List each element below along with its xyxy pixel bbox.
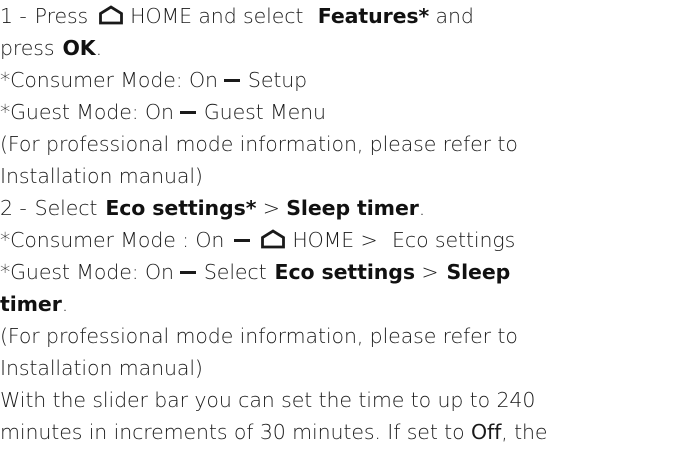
step-number: 2 -: [0, 196, 27, 220]
arrow-separator: >: [262, 196, 280, 220]
note-text: Setup: [247, 68, 308, 92]
step-text: and select: [198, 4, 304, 28]
dash-icon: [223, 79, 240, 82]
note-text: *Guest Mode: On: [0, 100, 174, 124]
professional-note-line: (For professional mode information, plea…: [0, 132, 518, 156]
professional-note-line: (For professional mode information, plea…: [0, 324, 518, 348]
dash-icon: [179, 271, 196, 274]
body-text: , the: [501, 420, 548, 444]
step-2-line: 2 - Select Eco settings* > Sleep timer.: [0, 192, 425, 224]
off-value: Off: [470, 420, 502, 444]
note-text: *Consumer Mode : On: [0, 228, 225, 252]
body-text: minutes in increments of 30 minutes. If …: [0, 420, 465, 444]
dash-icon: [179, 111, 196, 114]
arrow-separator: >: [360, 228, 378, 252]
note-text: Select: [203, 260, 267, 284]
punctuation: .: [418, 196, 426, 220]
home-icon: [260, 229, 286, 249]
arrow-separator: >: [421, 260, 439, 284]
menu-sleep-timer: Sleep: [446, 260, 511, 284]
consumer-mode-note: *Consumer Mode: On Setup: [0, 64, 307, 96]
punctuation: .: [61, 292, 69, 316]
menu-eco-settings: Eco settings: [274, 260, 415, 284]
menu-features: Features*: [317, 4, 430, 28]
step-text: Select: [34, 196, 98, 220]
step-number: 1 -: [0, 4, 27, 28]
menu-sleep-timer: Sleep timer: [286, 196, 419, 220]
step-1-line: 1 - Press HOME and select Features* and: [0, 0, 474, 32]
menu-eco-settings: Eco settings: [392, 228, 516, 252]
home-icon: [98, 5, 124, 25]
step-text: and: [435, 4, 474, 28]
home-key-label: HOME: [130, 4, 192, 28]
guest-mode-note: *Guest Mode: On Guest Menu: [0, 96, 326, 128]
menu-sleep-timer: timer: [0, 292, 62, 316]
ok-key-label: OK: [62, 36, 96, 60]
professional-note-line: Installation manual): [0, 356, 203, 380]
professional-note-line: Installation manual): [0, 164, 203, 188]
dash-icon: [234, 239, 251, 242]
body-text-line: minutes in increments of 30 minutes. If …: [0, 416, 548, 448]
consumer-mode-note: *Consumer Mode : On HOME > Eco settings: [0, 224, 515, 256]
step-1-cont-line: press OK.: [0, 32, 102, 64]
home-key-label: HOME: [292, 228, 355, 252]
step-text: Press: [34, 4, 89, 28]
guest-mode-note: *Guest Mode: On Select Eco settings > Sleep: [0, 256, 510, 288]
menu-eco-settings: Eco settings*: [105, 196, 257, 220]
note-text: *Guest Mode: On: [0, 260, 174, 284]
step-text: press: [0, 36, 55, 60]
body-text-line: With the slider bar you can set the time…: [0, 388, 536, 412]
note-text: *Consumer Mode: On: [0, 68, 218, 92]
note-text: Guest Menu: [203, 100, 326, 124]
guest-mode-cont-line: timer.: [0, 288, 68, 320]
punctuation: .: [95, 36, 103, 60]
